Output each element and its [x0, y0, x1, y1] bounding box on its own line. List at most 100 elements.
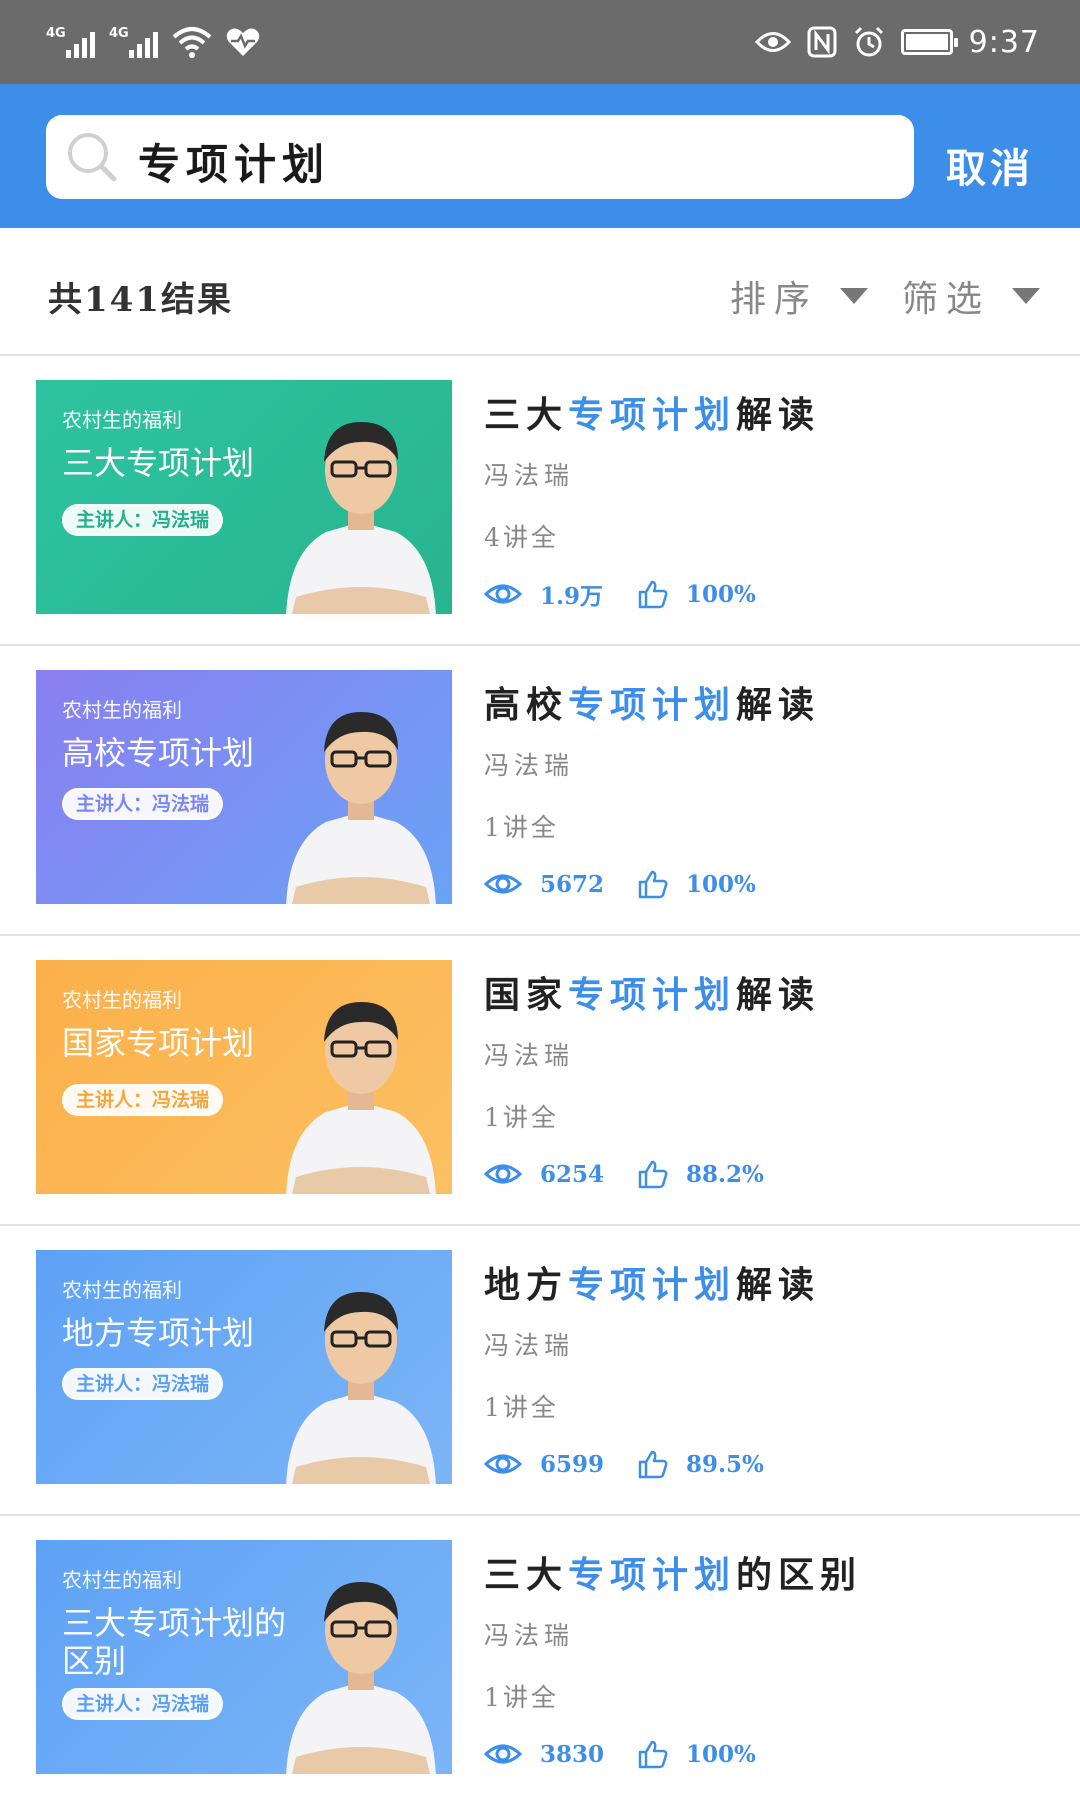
like-rate-value: 100% [686, 580, 756, 608]
lecture-count: 1讲全 [484, 1103, 559, 1132]
cancel-button[interactable]: 取消 [946, 136, 1034, 194]
thumbnail-tagline: 农村生的福利 [62, 698, 182, 722]
eye-icon [484, 584, 522, 604]
sort-button[interactable]: 排序 [730, 270, 869, 322]
view-count-value: 3830 [540, 1740, 605, 1768]
title-prefix: 高校 [484, 684, 569, 726]
view-count: 5672 [484, 871, 638, 898]
presenter-photo [286, 1582, 436, 1774]
status-bar: 4G 4G 9:37 [0, 0, 1080, 84]
course-author: 冯法瑞 [484, 751, 575, 780]
course-title[interactable]: 高校专项计划解读 [484, 676, 820, 728]
like-rate-value: 100% [686, 1740, 756, 1768]
list-item[interactable]: 农村生的福利 三大专项计划 主讲人：冯法瑞 三大专项计划解读 冯法瑞 4讲全 1… [0, 356, 1080, 646]
network-type: 4G [46, 26, 66, 41]
thumbs-up-icon [638, 1160, 668, 1189]
view-count-value: 6599 [540, 1450, 605, 1478]
thumbs-up-icon [638, 1740, 668, 1769]
like-rate: 100% [638, 1739, 756, 1769]
title-suffix: 解读 [736, 1264, 821, 1306]
presenter-photo [286, 1002, 436, 1194]
thumbnail-presenter: 主讲人：冯法瑞 [62, 1084, 224, 1116]
view-count-value: 6254 [540, 1160, 605, 1188]
list-item[interactable]: 农村生的福利 高校专项计划 主讲人：冯法瑞 高校专项计划解读 冯法瑞 1讲全 5… [0, 646, 1080, 936]
course-author: 冯法瑞 [484, 461, 575, 490]
alarm-icon [854, 26, 883, 57]
filter-button[interactable]: 筛选 [902, 270, 1041, 322]
like-rate-value: 89.5% [686, 1450, 764, 1478]
thumbs-up-icon [638, 870, 668, 899]
filter-bar: 共141结果 排序 筛选 [0, 228, 1080, 356]
nfc-icon [807, 26, 837, 58]
course-thumbnail[interactable]: 农村生的福利 高校专项计划 主讲人：冯法瑞 [36, 670, 452, 904]
view-count-value: 5672 [540, 870, 605, 898]
list-item[interactable]: 农村生的福利 国家专项计划 主讲人：冯法瑞 国家专项计划解读 冯法瑞 1讲全 6… [0, 936, 1080, 1226]
eye-icon [484, 1164, 522, 1184]
course-author: 冯法瑞 [484, 1041, 575, 1070]
thumbnail-tagline: 农村生的福利 [62, 1568, 182, 1592]
signal-icon: 4G [46, 26, 95, 58]
search-query[interactable]: 专项计划 [138, 131, 330, 192]
course-title[interactable]: 国家专项计划解读 [484, 966, 820, 1018]
title-highlight: 专项计划 [568, 1554, 737, 1596]
heart-pulse-icon [226, 28, 260, 56]
thumbs-up-icon [638, 580, 668, 609]
like-rate: 100% [638, 869, 756, 899]
course-stats: 6254 88.2% [484, 1156, 820, 1192]
view-count: 6254 [484, 1161, 638, 1188]
course-stats: 6599 89.5% [484, 1446, 820, 1482]
thumbnail-presenter: 主讲人：冯法瑞 [62, 1688, 224, 1720]
course-stats: 3830 100% [484, 1736, 862, 1772]
course-thumbnail[interactable]: 农村生的福利 三大专项计划 主讲人：冯法瑞 [36, 380, 452, 614]
wifi-icon [172, 27, 212, 58]
course-title[interactable]: 地方专项计划解读 [484, 1256, 820, 1308]
course-thumbnail[interactable]: 农村生的福利 地方专项计划 主讲人：冯法瑞 [36, 1250, 452, 1484]
lecture-count: 1讲全 [484, 813, 559, 842]
presenter-photo [286, 422, 436, 614]
course-author: 冯法瑞 [484, 1621, 575, 1650]
title-suffix: 解读 [736, 684, 821, 726]
lecture-count: 1讲全 [484, 1393, 559, 1422]
course-info: 地方专项计划解读 冯法瑞 1讲全 6599 89.5% [484, 1256, 820, 1482]
lecture-count: 1讲全 [484, 1683, 559, 1712]
course-info: 三大专项计划的区别 冯法瑞 1讲全 3830 100% [484, 1546, 862, 1772]
course-info: 国家专项计划解读 冯法瑞 1讲全 6254 88.2% [484, 966, 820, 1192]
search-input[interactable]: 专项计划 [46, 115, 914, 199]
network-type: 4G [109, 26, 129, 41]
dropdown-arrow-icon [1012, 288, 1041, 304]
course-title[interactable]: 三大专项计划的区别 [484, 1546, 862, 1598]
course-stats: 5672 100% [484, 866, 820, 902]
battery-icon [900, 29, 958, 55]
dropdown-arrow-icon [840, 288, 869, 304]
search-icon [68, 133, 117, 182]
presenter-photo [286, 712, 436, 904]
thumbnail-presenter: 主讲人：冯法瑞 [62, 1368, 224, 1400]
status-left: 4G 4G [46, 20, 260, 64]
title-prefix: 国家 [484, 974, 569, 1016]
list-item[interactable]: 农村生的福利 地方专项计划 主讲人：冯法瑞 地方专项计划解读 冯法瑞 1讲全 6… [0, 1226, 1080, 1516]
title-highlight: 专项计划 [568, 394, 737, 436]
course-info: 高校专项计划解读 冯法瑞 1讲全 5672 100% [484, 676, 820, 902]
title-suffix: 解读 [736, 974, 821, 1016]
title-highlight: 专项计划 [568, 974, 737, 1016]
thumbnail-presenter: 主讲人：冯法瑞 [62, 788, 224, 820]
lecture-count: 4讲全 [484, 523, 559, 552]
thumbnail-presenter: 主讲人：冯法瑞 [62, 504, 224, 536]
title-highlight: 专项计划 [568, 684, 737, 726]
eye-icon [484, 874, 522, 894]
eye-icon [484, 1454, 522, 1474]
like-rate: 88.2% [638, 1159, 764, 1189]
view-count: 3830 [484, 1741, 638, 1768]
course-thumbnail[interactable]: 农村生的福利 国家专项计划 主讲人：冯法瑞 [36, 960, 452, 1194]
course-title[interactable]: 三大专项计划解读 [484, 386, 820, 438]
clock: 9:37 [968, 24, 1040, 60]
view-count: 6599 [484, 1451, 638, 1478]
result-count: 共141结果 [48, 280, 233, 320]
list-item[interactable]: 农村生的福利 三大专项计划的区别 主讲人：冯法瑞 三大专项计划的区别 冯法瑞 1… [0, 1516, 1080, 1802]
course-info: 三大专项计划解读 冯法瑞 4讲全 1.9万 100% [484, 386, 820, 612]
sort-label: 排序 [730, 279, 819, 320]
course-thumbnail[interactable]: 农村生的福利 三大专项计划的区别 主讲人：冯法瑞 [36, 1540, 452, 1774]
like-rate: 100% [638, 579, 756, 609]
view-count: 1.9万 [484, 577, 638, 611]
course-author: 冯法瑞 [484, 1331, 575, 1360]
